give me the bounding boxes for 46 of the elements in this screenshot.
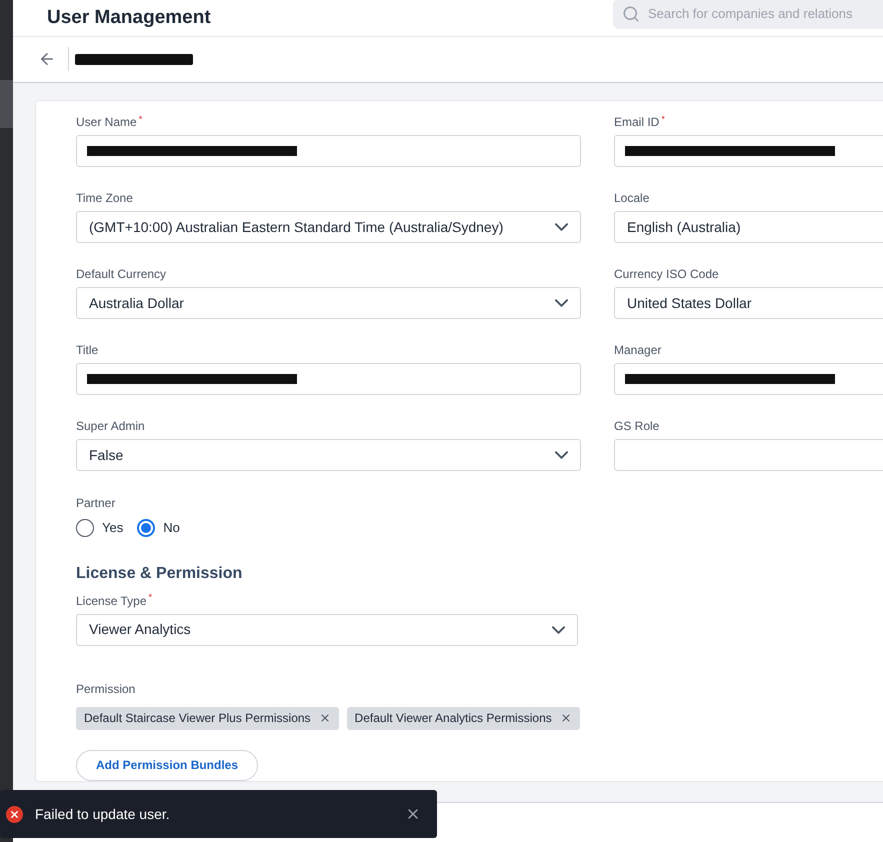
section-heading: License & Permission <box>76 564 242 584</box>
radio-button[interactable] <box>137 518 156 537</box>
input-field[interactable] <box>76 135 581 167</box>
add-permission-bundles-button[interactable]: Add Permission Bundles <box>76 750 258 780</box>
chevron-down-icon <box>555 299 568 307</box>
field-label: GS Role <box>614 418 660 434</box>
field-label: Permission <box>76 680 136 698</box>
toast-message: Failed to update user. <box>35 804 170 824</box>
chevron-down-icon <box>555 451 568 459</box>
field-value: Viewer Analytics <box>89 620 191 639</box>
radio-option[interactable]: Yes <box>76 518 124 538</box>
select-field[interactable]: False <box>76 439 581 471</box>
field-value: English (Australia) <box>627 218 741 237</box>
field-label: User Name $^{*}$ <box>76 114 142 130</box>
field-label: Default Currency <box>76 266 166 282</box>
field-label: Time Zone <box>76 190 133 206</box>
page-title: User Management <box>47 6 211 30</box>
permission-tag: Default Viewer Analytics Permissions <box>346 706 580 730</box>
error-icon <box>6 806 23 822</box>
search-icon <box>622 4 640 23</box>
field-label: License Type $^{*}$ <box>76 592 152 608</box>
chevron-down-icon <box>555 223 568 231</box>
field-value: False <box>89 446 124 464</box>
input-field[interactable] <box>76 363 581 395</box>
field-value: Australia Dollar <box>89 294 184 312</box>
field-value: (GMT+10:00) Australian Eastern Standard Time (Australia/Sydney) <box>89 218 504 237</box>
remove-icon[interactable] <box>560 712 572 724</box>
field-label: Currency ISO Code <box>614 266 719 282</box>
select-field[interactable]: (GMT+10:00) Australian Eastern Standard Time (Australia/Sydney) <box>76 211 581 243</box>
field-label: Email ID $^{*}$ <box>614 114 665 130</box>
field-label: Locale <box>614 190 650 206</box>
select-field[interactable]: Viewer Analytics <box>76 614 578 646</box>
radio-button[interactable] <box>76 518 94 537</box>
select-field[interactable]: Australia Dollar <box>76 287 581 319</box>
input-field[interactable]: English (Australia) <box>614 211 883 243</box>
radio-option[interactable]: No <box>137 518 180 538</box>
field-label: Partner <box>76 495 116 512</box>
field-label: Manager <box>614 342 662 358</box>
search-placeholder: Search for companies and relations <box>648 5 853 24</box>
field-label: Super Admin <box>76 418 145 434</box>
input-field[interactable]: United States Dollar <box>614 287 883 319</box>
field-label: Title <box>76 342 98 358</box>
field-value: United States Dollar <box>627 294 752 312</box>
chevron-down-icon <box>552 626 565 634</box>
permission-tag: Default Staircase Viewer Plus Permissions <box>76 706 339 730</box>
remove-icon[interactable] <box>318 712 331 724</box>
